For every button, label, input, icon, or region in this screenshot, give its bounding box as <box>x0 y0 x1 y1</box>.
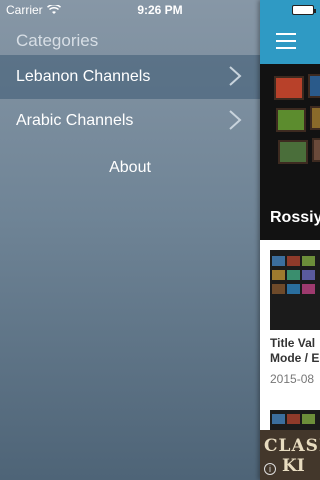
card-date: 2015-08 <box>270 372 315 386</box>
content-panel[interactable]: Rossiy Title Val Mode / E 2015-08 CLASH … <box>260 0 320 480</box>
card-title-line2: Mode / E <box>270 351 320 365</box>
menu-item-lebanon-channels[interactable]: Lebanon Channels <box>0 55 260 99</box>
chevron-right-icon <box>229 66 242 86</box>
status-time: 9:26 PM <box>137 3 183 17</box>
battery-icon <box>292 5 316 15</box>
status-bar: Carrier 9:26 PM <box>0 0 320 20</box>
ad-text-line2: KI <box>282 456 305 476</box>
card-title: Title Val Mode / E <box>270 336 319 366</box>
news-card[interactable]: Title Val Mode / E 2015-08 <box>260 240 320 400</box>
card-thumbnail <box>270 250 320 330</box>
ad-banner[interactable]: CLASH KI i <box>260 430 320 480</box>
hero-banner[interactable]: Rossiy <box>260 64 320 240</box>
info-icon[interactable]: i <box>264 463 276 475</box>
hero-title: Rossiy <box>270 209 320 226</box>
hamburger-menu-icon[interactable] <box>276 33 296 49</box>
ad-text-line1: CLASH <box>264 436 320 456</box>
chevron-right-icon <box>229 110 242 130</box>
menu-item-label: Lebanon Channels <box>16 68 151 85</box>
card-title-line1: Title Val <box>270 336 316 350</box>
menu-item-arabic-channels[interactable]: Arabic Channels <box>0 99 260 143</box>
tv-wall-image <box>270 72 320 182</box>
categories-header: Categories <box>16 31 99 50</box>
side-drawer: Categories Lebanon Channels Arabic Chann… <box>0 0 260 480</box>
about-link[interactable]: About <box>0 152 260 184</box>
menu-item-label: Arabic Channels <box>16 112 134 129</box>
